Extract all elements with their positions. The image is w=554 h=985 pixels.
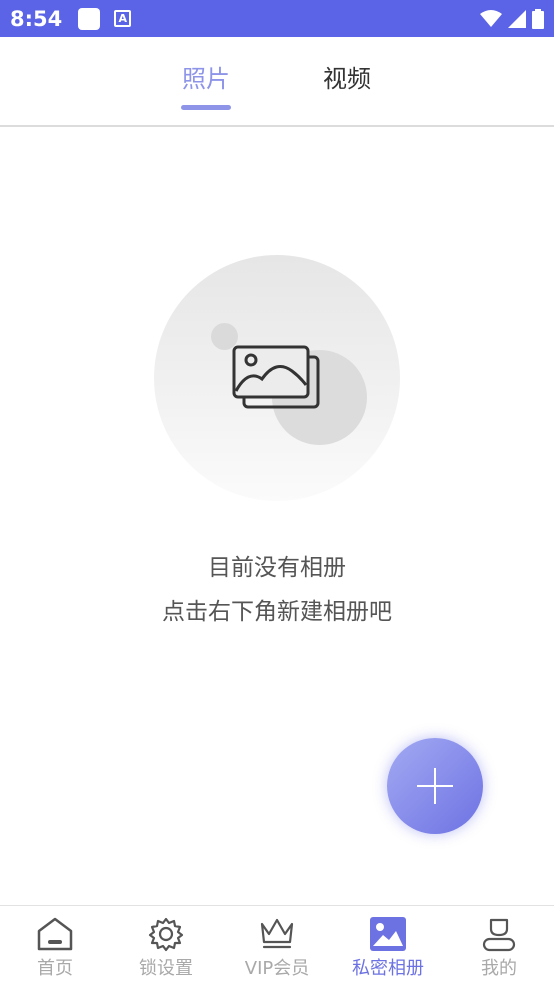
tab-active-indicator	[181, 105, 231, 110]
nav-label-lock-settings: 锁设置	[139, 958, 193, 979]
nav-item-home[interactable]: 首页	[0, 906, 110, 985]
nav-item-lock-settings[interactable]: 锁设置	[111, 906, 221, 985]
person-icon	[482, 918, 516, 952]
nav-label-private-album: 私密相册	[352, 958, 424, 979]
app-notification-icon: A	[114, 10, 132, 27]
nav-label-vip: VIP会员	[244, 958, 310, 979]
image-icon	[370, 917, 406, 951]
plus-icon	[417, 768, 453, 804]
gear-icon	[148, 917, 184, 952]
empty-hint: 点击右下角新建相册吧	[162, 599, 392, 625]
nav-item-private-album[interactable]: 私密相册	[333, 906, 443, 985]
status-time: 8:54	[10, 6, 63, 31]
crown-icon	[260, 918, 294, 949]
status-icons	[480, 8, 544, 29]
top-tabs: 照片 视频	[0, 37, 554, 127]
nav-label-mine: 我的	[481, 958, 517, 979]
status-bar: 8:54 A	[0, 0, 554, 37]
home-icon	[37, 917, 73, 951]
tab-videos[interactable]: 视频	[323, 59, 371, 94]
signal-icon	[508, 9, 526, 28]
nav-item-vip[interactable]: VIP会员	[222, 906, 332, 985]
photos-icon	[232, 345, 320, 409]
nav-label-home: 首页	[37, 958, 73, 979]
add-album-button[interactable]	[387, 738, 483, 834]
battery-icon	[532, 8, 544, 29]
empty-illustration	[154, 255, 400, 501]
wifi-icon	[480, 9, 502, 27]
tab-photos[interactable]: 照片	[182, 59, 230, 94]
empty-title: 目前没有相册	[208, 555, 346, 581]
bottom-nav: 首页 锁设置 VIP会员 私密相册 我的	[0, 905, 554, 985]
nav-item-mine[interactable]: 我的	[444, 906, 554, 985]
notification-icon	[78, 7, 101, 30]
